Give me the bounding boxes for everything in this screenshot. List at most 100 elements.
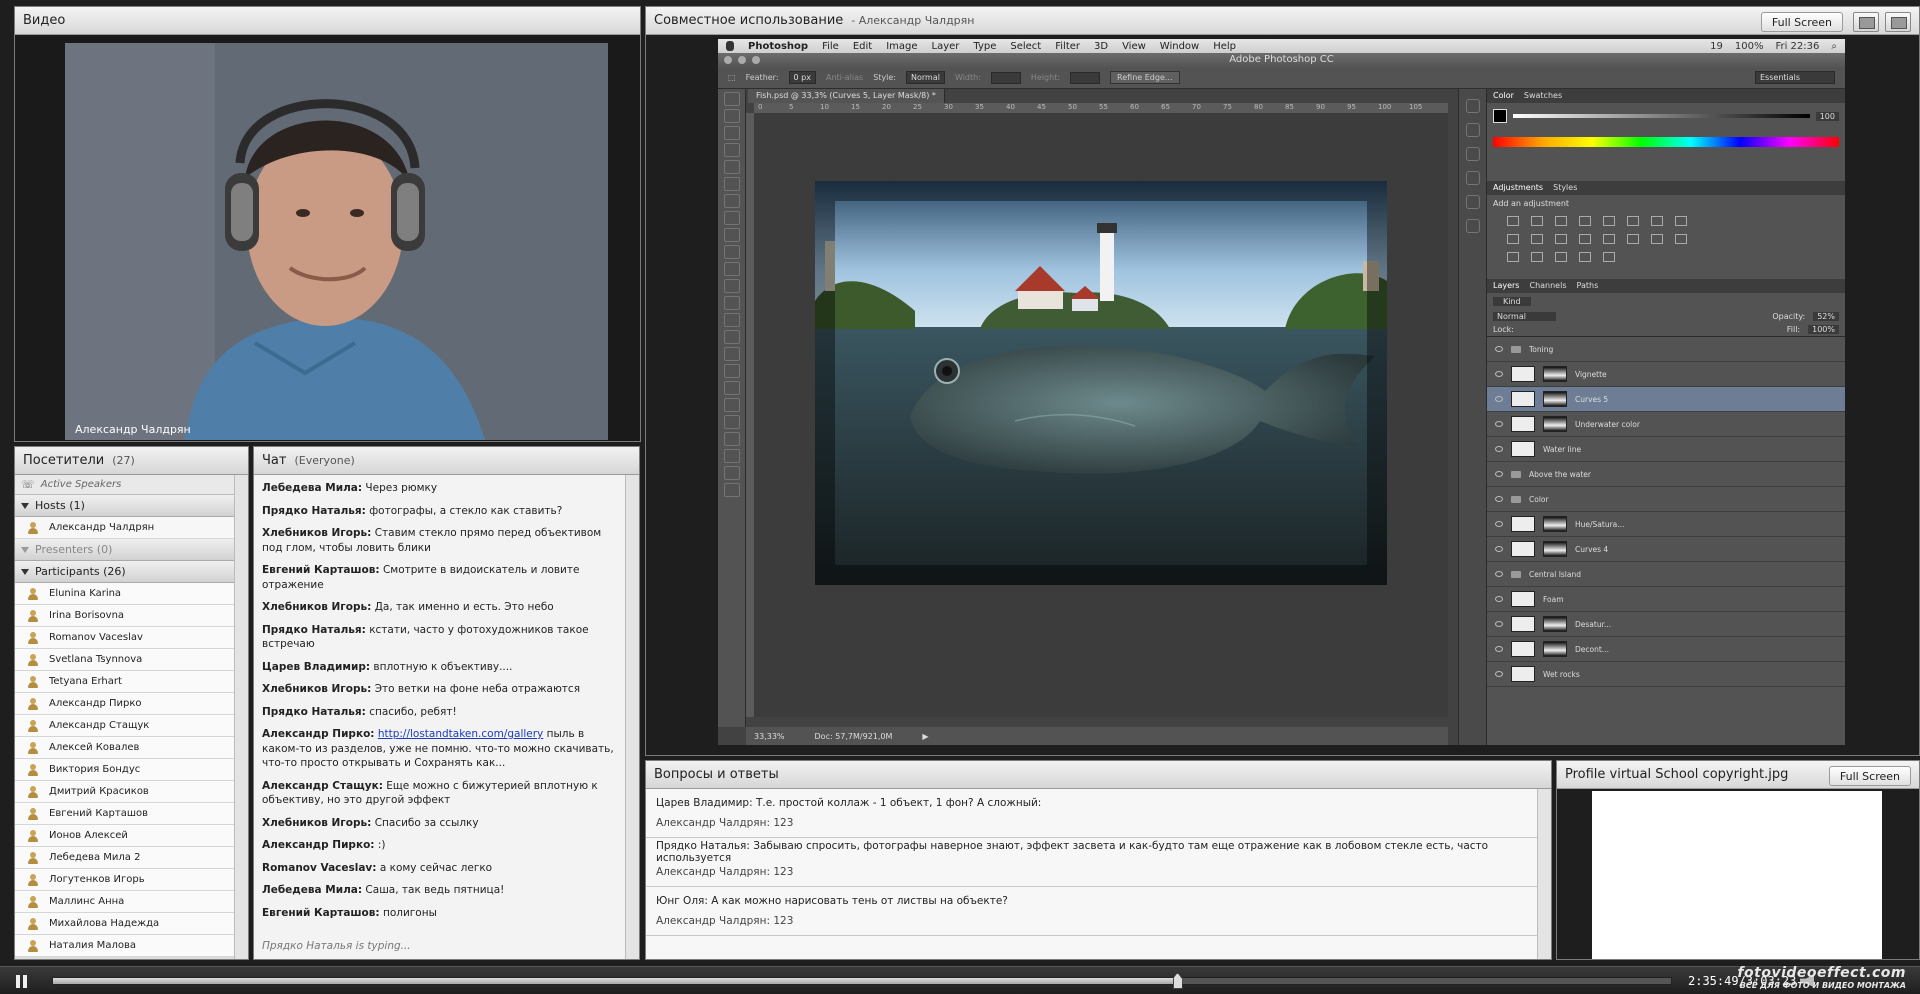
mac-menu-item[interactable]: Edit <box>853 41 872 52</box>
play-triangle-icon[interactable]: ▶ <box>922 732 928 741</box>
layer-row[interactable]: Decont... <box>1487 637 1845 662</box>
mac-menu-item[interactable]: Photoshop <box>748 41 808 52</box>
mac-menu-item[interactable]: View <box>1122 41 1146 52</box>
hosts-group-toggle[interactable]: Hosts (1) <box>15 495 234 517</box>
visibility-eye-icon[interactable] <box>1495 471 1503 477</box>
participant-row[interactable]: Лебедева Мила 2 <box>15 847 234 869</box>
ps-tool-icon[interactable] <box>723 177 740 191</box>
layout-maximize-button[interactable] <box>1885 12 1911 32</box>
ps-tool-icon[interactable] <box>723 415 740 429</box>
layer-row[interactable]: Desatur... <box>1487 612 1845 637</box>
color-spectrum[interactable] <box>1493 137 1839 147</box>
k-value[interactable]: 100 <box>1815 111 1839 121</box>
participant-row[interactable]: Irina Borisovna <box>15 605 234 627</box>
adjustment-icon[interactable] <box>1555 234 1567 244</box>
participant-row[interactable]: Tetyana Erhart <box>15 671 234 693</box>
participant-row[interactable]: Александр Пирко <box>15 693 234 715</box>
participant-row[interactable]: Маллинс Анна <box>15 891 234 913</box>
layer-row[interactable]: Water line <box>1487 437 1845 462</box>
adjustment-icon[interactable] <box>1531 216 1543 226</box>
adjustment-icon[interactable] <box>1555 216 1567 226</box>
visibility-eye-icon[interactable] <box>1495 446 1503 452</box>
participant-row[interactable]: Евгений Карташов <box>15 803 234 825</box>
ps-tool-icon[interactable] <box>723 92 740 106</box>
attendees-scrollbar[interactable] <box>234 475 248 959</box>
active-speakers-row[interactable]: ☏ Active Speakers <box>15 475 234 495</box>
adjustment-icon[interactable] <box>1651 234 1663 244</box>
fill-input[interactable]: 100% <box>1808 325 1839 334</box>
layer-row[interactable]: Vignette <box>1487 362 1845 387</box>
adjustment-icon[interactable] <box>1579 234 1591 244</box>
mac-menu-item[interactable]: Select <box>1010 41 1041 52</box>
share-fullscreen-button[interactable]: Full Screen <box>1760 12 1843 32</box>
adjustment-icon[interactable] <box>1507 252 1519 262</box>
pause-icon[interactable] <box>16 975 28 988</box>
ps-tool-icon[interactable] <box>723 449 740 463</box>
search-icon[interactable]: ⌕ <box>1831 41 1837 52</box>
layer-row[interactable]: Wet rocks <box>1487 662 1845 687</box>
layer-row[interactable]: Central Island <box>1487 562 1845 587</box>
workspace-select[interactable]: Essentials <box>1755 71 1835 84</box>
ps-tool-icon[interactable] <box>723 381 740 395</box>
tab-paths[interactable]: Paths <box>1577 281 1599 291</box>
mac-menu-item[interactable]: File <box>822 41 839 52</box>
adjustment-icon[interactable] <box>1675 234 1687 244</box>
visibility-eye-icon[interactable] <box>1495 646 1503 652</box>
layer-row[interactable]: Underwater color <box>1487 412 1845 437</box>
participant-row[interactable]: Elunina Karina <box>15 583 234 605</box>
adjustment-icon[interactable] <box>1627 234 1639 244</box>
seek-track[interactable] <box>52 973 1672 989</box>
layer-row[interactable]: Above the water <box>1487 462 1845 487</box>
history-icon[interactable] <box>1465 99 1480 113</box>
visibility-eye-icon[interactable] <box>1495 671 1503 677</box>
adjustment-icon[interactable] <box>1603 216 1615 226</box>
qa-item[interactable]: Царев Владимир: Т.е. простой коллаж - 1 … <box>646 789 1537 838</box>
ps-tool-icon[interactable] <box>723 194 740 208</box>
paragraph-icon[interactable] <box>1465 195 1480 209</box>
layout-toggle-button[interactable] <box>1853 12 1879 32</box>
mac-menu-item[interactable]: Window <box>1160 41 1199 52</box>
adjustment-icon[interactable] <box>1627 216 1639 226</box>
participant-row[interactable]: Дмитрий Красиков <box>15 781 234 803</box>
adjustment-icon[interactable] <box>1507 234 1519 244</box>
zoom-window-icon[interactable] <box>752 56 760 64</box>
layer-row[interactable]: Hue/Satura... <box>1487 512 1845 537</box>
ps-tool-icon[interactable] <box>723 160 740 174</box>
visibility-eye-icon[interactable] <box>1495 396 1503 402</box>
visibility-eye-icon[interactable] <box>1495 371 1503 377</box>
visibility-eye-icon[interactable] <box>1495 621 1503 627</box>
qa-scrollbar[interactable] <box>1537 789 1551 959</box>
ps-tool-icon[interactable] <box>723 262 740 276</box>
adjustment-icon[interactable] <box>1651 216 1663 226</box>
brush-icon[interactable] <box>1465 147 1480 161</box>
tab-layers[interactable]: Layers <box>1493 281 1519 291</box>
profile-fullscreen-button[interactable]: Full Screen <box>1828 766 1911 786</box>
visibility-eye-icon[interactable] <box>1495 546 1503 552</box>
participant-row[interactable]: Александр Стащук <box>15 715 234 737</box>
tab-swatches[interactable]: Swatches <box>1524 91 1562 101</box>
chat-scrollbar[interactable] <box>625 475 639 959</box>
ps-tool-icon[interactable] <box>723 398 740 412</box>
character-icon[interactable] <box>1465 171 1480 185</box>
visibility-eye-icon[interactable] <box>1495 596 1503 602</box>
mac-menu-item[interactable]: Type <box>973 41 996 52</box>
ps-tool-icon[interactable] <box>723 364 740 378</box>
qa-item[interactable]: Прядко Наталья: Забываю спросить, фотогр… <box>646 838 1537 887</box>
tab-adjustments[interactable]: Adjustments <box>1493 183 1543 193</box>
ps-tool-icon[interactable] <box>723 109 740 123</box>
participant-row[interactable]: Svetlana Tsynnova <box>15 649 234 671</box>
kind-filter-select[interactable]: Kind <box>1493 297 1531 306</box>
participant-row[interactable]: Михайлова Надежда <box>15 913 234 935</box>
status-zoom[interactable]: 33,33% <box>754 732 785 741</box>
presenters-group-toggle[interactable]: Presenters (0) <box>15 539 234 561</box>
adjustment-icon[interactable] <box>1579 216 1591 226</box>
layer-row[interactable]: Foam <box>1487 587 1845 612</box>
adjustment-icon[interactable] <box>1603 234 1615 244</box>
marquee-tool-icon[interactable]: ⬚ <box>728 73 736 82</box>
layer-row[interactable]: Curves 5 <box>1487 387 1845 412</box>
visibility-eye-icon[interactable] <box>1495 421 1503 427</box>
k-slider[interactable] <box>1513 114 1810 118</box>
apple-icon[interactable] <box>726 41 734 51</box>
adjustment-icon[interactable] <box>1507 216 1519 226</box>
opacity-input[interactable]: 52% <box>1813 312 1839 321</box>
